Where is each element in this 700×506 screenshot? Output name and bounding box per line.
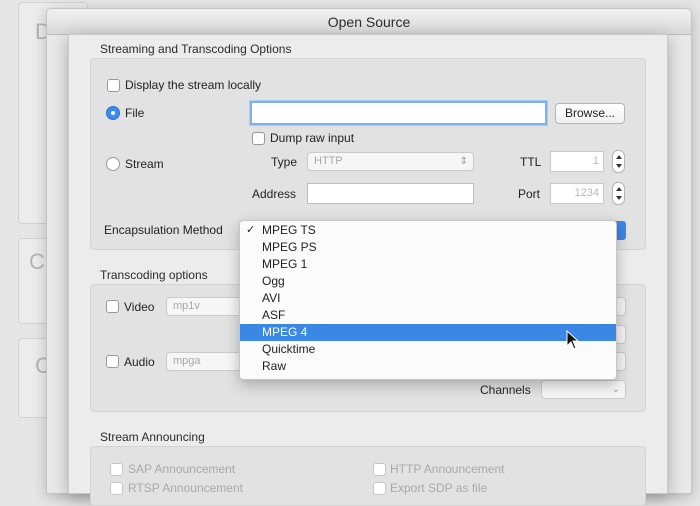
menu-item-avi[interactable]: AVI xyxy=(240,290,616,307)
video-checkbox[interactable] xyxy=(106,300,119,313)
http-announcement-checkbox[interactable] xyxy=(373,463,386,476)
encapsulation-label: Encapsulation Method xyxy=(104,223,223,237)
file-radio[interactable] xyxy=(106,106,120,120)
type-label: Type xyxy=(271,155,298,169)
menu-item-label: MPEG 4 xyxy=(262,325,308,339)
type-select[interactable]: HTTP ⇕ xyxy=(307,152,474,171)
http-announcement-label: HTTP Announcement xyxy=(390,462,505,476)
channels-select[interactable]: ⌄ xyxy=(541,380,626,399)
announcing-group xyxy=(90,446,646,506)
ttl-field[interactable]: 1 xyxy=(550,151,604,172)
chevron-down-icon: ⌄ xyxy=(611,384,620,395)
rtsp-checkbox[interactable] xyxy=(110,482,123,495)
menu-item-label: MPEG TS xyxy=(262,223,316,237)
port-label: Port xyxy=(518,187,541,201)
file-path-input[interactable] xyxy=(252,103,545,123)
audio-checkbox[interactable] xyxy=(106,355,119,368)
address-label: Address xyxy=(252,187,297,201)
dump-raw-label: Dump raw input xyxy=(270,131,355,145)
audio-codec-value: mpga xyxy=(173,355,201,367)
address-input[interactable] xyxy=(308,184,473,203)
port-field[interactable]: 1234 xyxy=(550,183,604,204)
menu-item-asf[interactable]: ASF xyxy=(240,307,616,324)
audio-codec-select[interactable]: mpga xyxy=(166,352,246,371)
menu-item-label: Ogg xyxy=(262,274,285,288)
menu-item-mpeg-1[interactable]: MPEG 1 xyxy=(240,256,616,273)
mouse-pointer-icon xyxy=(566,330,580,350)
sap-label: SAP Announcement xyxy=(128,462,236,476)
display-locally-label: Display the stream locally xyxy=(125,78,262,92)
menu-item-mpeg-ps[interactable]: MPEG PS xyxy=(240,239,616,256)
menu-item-label: Quicktime xyxy=(262,342,316,356)
type-select-value: HTTP xyxy=(314,155,343,167)
menu-item-quicktime[interactable]: Quicktime xyxy=(240,341,616,358)
video-label: Video xyxy=(124,300,155,314)
video-codec-value: mp1v xyxy=(173,300,200,312)
transcoding-section-title: Transcoding options xyxy=(100,268,208,282)
menu-item-label: MPEG PS xyxy=(262,240,317,254)
ttl-label: TTL xyxy=(520,155,542,169)
streaming-section-title: Streaming and Transcoding Options xyxy=(100,42,292,56)
window-title: Open Source xyxy=(47,9,691,35)
video-codec-select[interactable]: mp1v xyxy=(166,297,246,316)
stream-radio-label: Stream xyxy=(125,157,164,171)
menu-item-label: MPEG 1 xyxy=(262,257,308,271)
menu-item-ogg[interactable]: Ogg xyxy=(240,273,616,290)
announcing-section-title: Stream Announcing xyxy=(100,430,205,444)
menu-item-label: ASF xyxy=(262,308,286,322)
file-path-field[interactable] xyxy=(250,101,547,125)
file-radio-label: File xyxy=(125,106,145,120)
encapsulation-menu: ✓ MPEG TS MPEG PS MPEG 1 Ogg AVI ASF MPE… xyxy=(239,220,617,380)
audio-label: Audio xyxy=(124,355,155,369)
menu-item-label: AVI xyxy=(262,291,281,305)
rtsp-label: RTSP Announcement xyxy=(128,481,243,495)
port-stepper[interactable] xyxy=(612,182,625,205)
menu-item-mpeg-ts[interactable]: ✓ MPEG TS xyxy=(240,222,616,239)
menu-item-label: Raw xyxy=(262,359,287,373)
menu-item-raw[interactable]: Raw xyxy=(240,358,616,375)
sap-checkbox[interactable] xyxy=(110,463,123,476)
menu-item-mpeg-4[interactable]: MPEG 4 xyxy=(240,324,616,341)
export-sdp-checkbox[interactable] xyxy=(373,482,386,495)
dump-raw-checkbox[interactable] xyxy=(252,132,265,145)
channels-label: Channels xyxy=(480,383,531,397)
updown-arrows-icon: ⇕ xyxy=(459,156,468,167)
ttl-stepper[interactable] xyxy=(612,150,625,173)
stream-radio[interactable] xyxy=(106,157,120,171)
checkmark-icon: ✓ xyxy=(246,224,256,236)
export-sdp-label: Export SDP as file xyxy=(390,481,488,495)
address-field[interactable] xyxy=(307,183,474,204)
browse-button[interactable]: Browse... xyxy=(555,103,625,124)
display-locally-checkbox[interactable] xyxy=(107,79,120,92)
